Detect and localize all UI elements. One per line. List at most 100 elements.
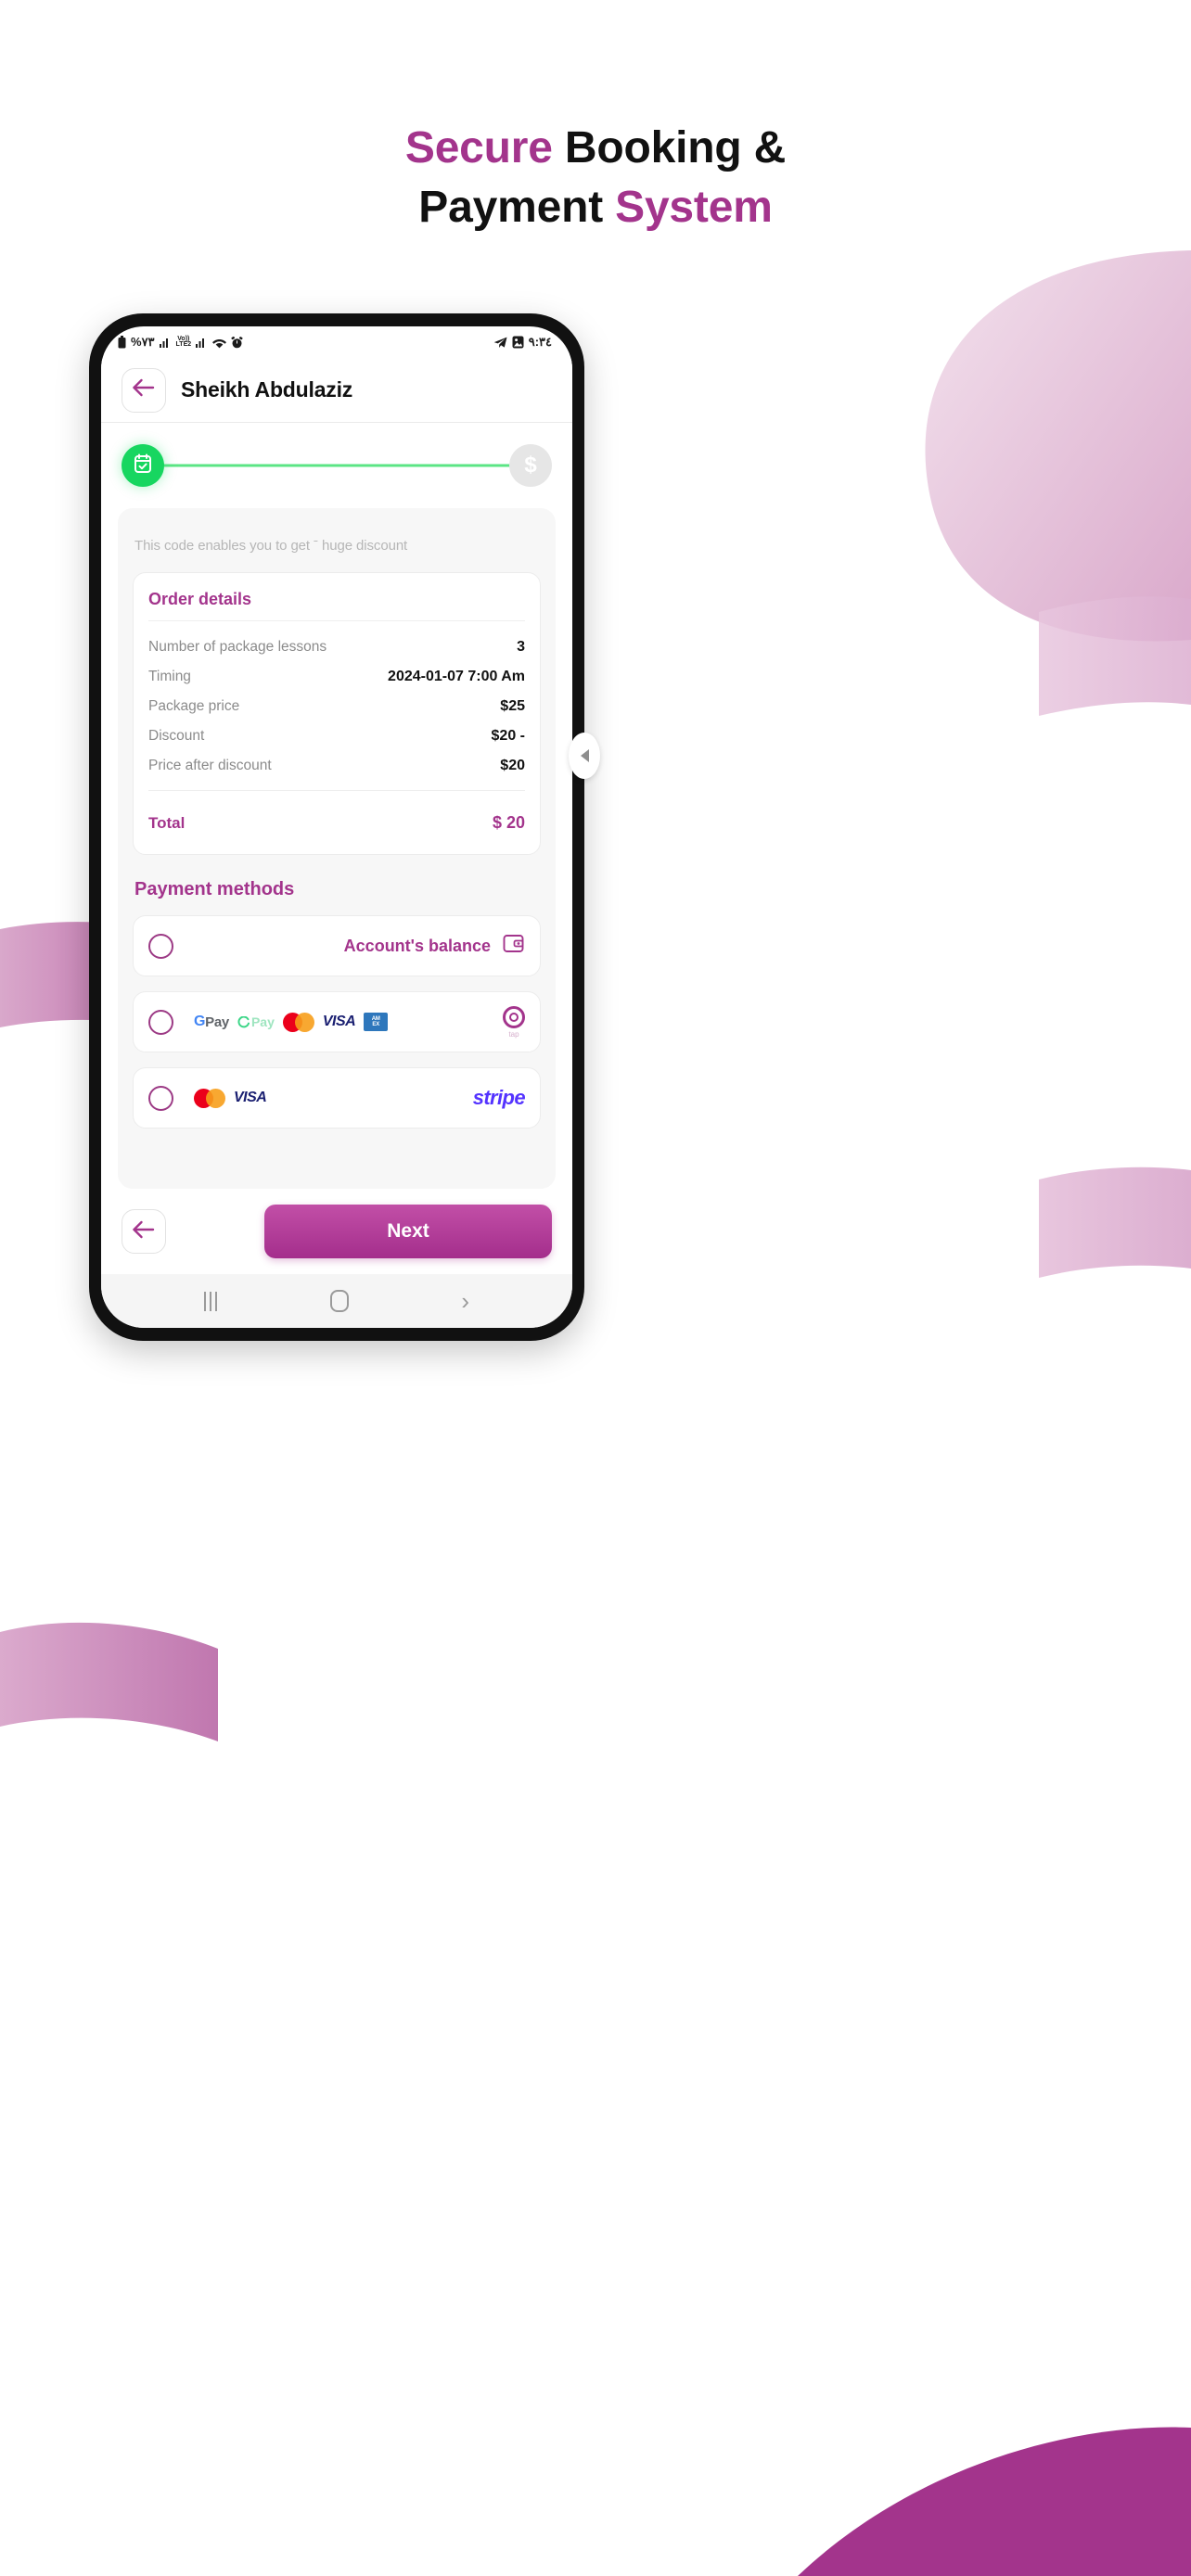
cpay-text: Pay: [250, 1014, 275, 1029]
visa-icon: VISA: [234, 1090, 267, 1105]
status-bar-left: %٧٣ Vo)) LTE2: [118, 335, 243, 350]
gallery-icon: [512, 336, 524, 349]
battery-percent-label: %٧٣: [131, 335, 155, 349]
order-row-total: Total $ 20: [148, 802, 525, 839]
app-header: Sheikh Abdulaziz: [101, 358, 572, 423]
radio-stripe[interactable]: [148, 1085, 173, 1111]
headline-line-1: Secure Booking &: [0, 119, 1191, 178]
recents-icon[interactable]: [203, 1291, 217, 1311]
gpay-icon: G Pay: [194, 1014, 229, 1030]
amex-line-2: EX: [372, 1022, 380, 1027]
stepper-step-payment[interactable]: $: [509, 444, 552, 487]
amex-icon: AM EX: [364, 1013, 389, 1031]
order-details-card: Order details Number of package lessons …: [133, 572, 541, 855]
order-row-timing: Timing 2024-01-07 7:00 Am: [148, 662, 525, 692]
radio-tap[interactable]: [148, 1009, 173, 1035]
signal-bars-icon: [196, 337, 208, 348]
order-row-package-price: Package price $25: [148, 692, 525, 721]
order-row-label: Price after discount: [148, 758, 272, 773]
checkout-stepper: $: [101, 423, 572, 508]
order-total-label: Total: [148, 814, 186, 832]
phone-screen: %٧٣ Vo)) LTE2 ٩:٣٤ Sheikh Abdulaziz $ Th…: [101, 326, 572, 1328]
wifi-icon: [212, 337, 227, 349]
dollar-icon: $: [524, 453, 537, 478]
wave-bottom-right: [798, 2427, 1191, 2576]
wave-right-upper: [1039, 596, 1191, 716]
payment-method-stripe[interactable]: VISA stripe: [133, 1067, 541, 1129]
tap-accepted-logos: G Pay Pay VISA AM EX: [194, 1012, 389, 1032]
phone-mockup: %٧٣ Vo)) LTE2 ٩:٣٤ Sheikh Abdulaziz $ Th…: [89, 313, 600, 1341]
page-title: Secure Booking & Payment System: [0, 119, 1191, 237]
promo-code-hint: This code enables you to get ˉ huge disc…: [134, 538, 408, 554]
order-row-value: $20: [500, 758, 525, 773]
order-row-lessons: Number of package lessons 3: [148, 632, 525, 662]
alarm-icon: [231, 336, 243, 349]
payment-method-account-balance[interactable]: Account's balance: [133, 915, 541, 976]
chevron-left-icon: [580, 749, 589, 762]
header-back-button[interactable]: [122, 367, 166, 413]
stripe-logo-icon: stripe: [472, 1086, 526, 1109]
clock-label: ٩:٣٤: [528, 335, 553, 349]
wave-left-lower: [0, 1622, 218, 1741]
header-title: Sheikh Abdulaziz: [181, 377, 353, 402]
headline-plain-1: Booking &: [552, 123, 787, 172]
arrow-left-icon: [132, 378, 156, 402]
payment-method-content: Account's balance: [344, 932, 525, 960]
tap-provider-logo-wrap: tap: [503, 1005, 525, 1039]
payment-method-label: Account's balance: [343, 936, 491, 955]
headline-line-2: Payment System: [0, 178, 1191, 237]
stripe-provider-logo-wrap: stripe: [472, 1086, 526, 1110]
cpay-icon: Pay: [237, 1014, 275, 1029]
order-row-price-after-discount: Price after discount $20: [148, 751, 525, 781]
telegram-icon: [493, 337, 507, 349]
battery-icon: [118, 336, 126, 349]
status-bar: %٧٣ Vo)) LTE2 ٩:٣٤: [101, 326, 572, 358]
bottom-action-bar: Next: [101, 1189, 572, 1274]
side-drawer-tab[interactable]: [569, 733, 600, 779]
status-bar-right: ٩:٣٤: [493, 335, 552, 350]
gpay-pay-text: Pay: [205, 1014, 229, 1030]
tap-ring-inner: [509, 1012, 519, 1022]
mastercard-icon: [194, 1088, 225, 1108]
order-row-label: Timing: [148, 669, 191, 684]
stepper-track: [162, 464, 511, 467]
tap-provider-label: tap: [508, 1029, 519, 1039]
tap-ring-outer: [503, 1005, 525, 1028]
divider: [148, 790, 525, 791]
mastercard-right-circle: [294, 1012, 314, 1032]
home-icon[interactable]: [329, 1290, 349, 1312]
tap-logo-icon: tap: [503, 1005, 525, 1039]
footer-back-button[interactable]: [122, 1209, 166, 1254]
payment-method-tap[interactable]: G Pay Pay VISA AM EX tap: [133, 991, 541, 1052]
back-chevron-icon[interactable]: ›: [461, 1289, 469, 1313]
headline-accent-1: Secure: [404, 123, 553, 172]
stripe-accepted-logos: VISA: [194, 1088, 267, 1108]
payment-methods-title: Payment methods: [134, 879, 295, 899]
order-details-title: Order details: [148, 590, 252, 608]
order-row-label: Package price: [148, 698, 240, 714]
visa-icon: VISA: [322, 1014, 356, 1029]
headline-accent-2: System: [615, 182, 773, 232]
order-row-label: Discount: [148, 728, 205, 744]
signal-bars-icon: [159, 337, 172, 348]
divider: [148, 620, 525, 621]
order-row-value: $25: [500, 698, 525, 714]
order-row-value: 3: [517, 639, 525, 655]
mastercard-icon: [282, 1012, 314, 1032]
radio-account-balance[interactable]: [148, 933, 173, 959]
gpay-g-letter: G: [194, 1014, 206, 1029]
headline-plain-2: Payment: [418, 182, 616, 232]
volte-bottom-label: LTE2: [175, 341, 192, 348]
stepper-step-booking[interactable]: [122, 444, 164, 487]
arrow-left-icon: [132, 1220, 156, 1243]
wallet-icon: [502, 932, 525, 960]
next-button[interactable]: Next: [264, 1205, 552, 1258]
mastercard-right-circle: [206, 1088, 225, 1108]
order-row-discount: Discount $20 -: [148, 721, 525, 751]
wave-right-band: [1039, 1167, 1191, 1278]
order-total-value: $ 20: [492, 813, 525, 832]
volte-icon: Vo)) LTE2: [175, 336, 192, 348]
calendar-check-icon: [132, 453, 154, 479]
checkout-content[interactable]: This code enables you to get ˉ huge disc…: [118, 508, 556, 1189]
order-row-value: $20 -: [491, 728, 525, 744]
